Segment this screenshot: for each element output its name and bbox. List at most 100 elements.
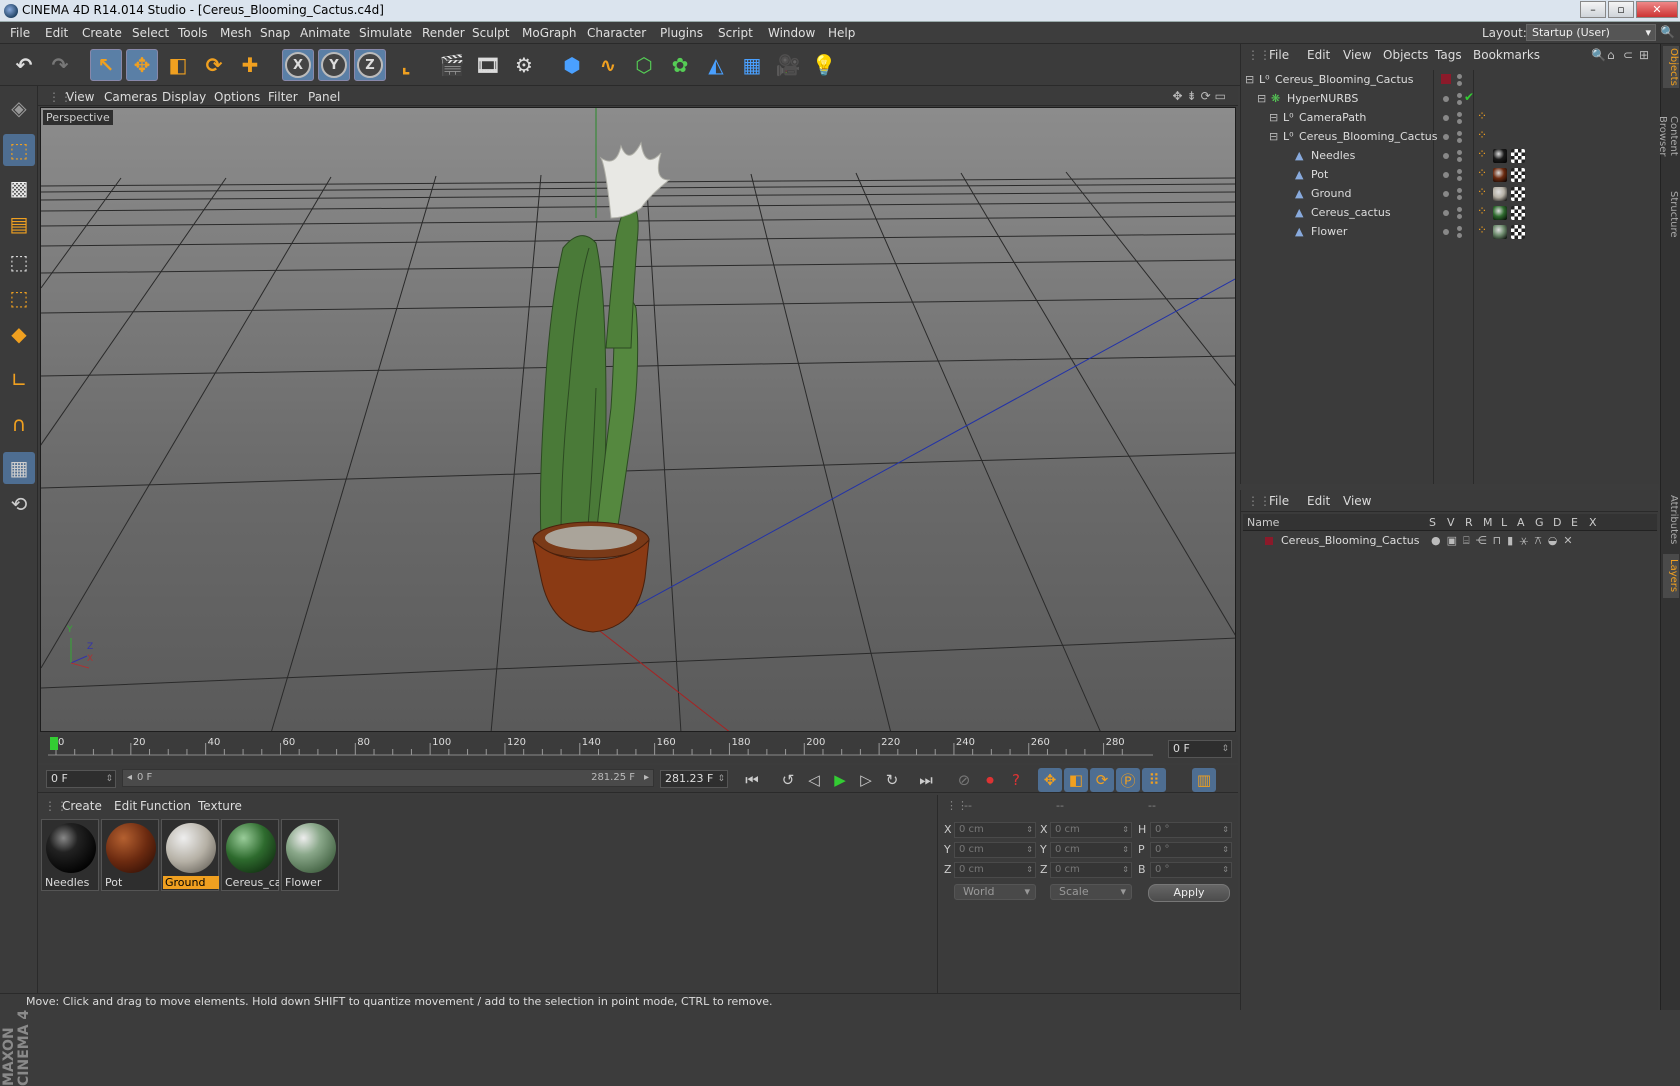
objects-menu-objects[interactable]: Objects bbox=[1383, 48, 1428, 62]
object-row[interactable]: ▲ Flower ⁘ bbox=[1241, 222, 1659, 242]
menu-file[interactable]: File bbox=[10, 26, 30, 40]
menu-select[interactable]: Select bbox=[132, 26, 169, 40]
layer-col-name[interactable]: Name bbox=[1247, 516, 1279, 529]
object-name[interactable]: Cereus_Blooming_Cactus bbox=[1275, 73, 1413, 86]
expand-toggle-icon[interactable]: ⊟ bbox=[1269, 130, 1281, 144]
frame-range-slider[interactable]: ◂ 0 F 281.25 F ▸ bbox=[122, 769, 654, 787]
editor-visibility-dot[interactable] bbox=[1457, 150, 1462, 155]
render-visibility-dot[interactable] bbox=[1457, 119, 1462, 124]
layer-col-generators[interactable]: G bbox=[1535, 516, 1544, 529]
uvw-tag-icon[interactable] bbox=[1511, 149, 1525, 163]
material-tag-icon[interactable] bbox=[1493, 206, 1507, 220]
layer-color-tag[interactable] bbox=[1441, 74, 1451, 84]
redo-icon[interactable]: ↷ bbox=[44, 49, 76, 81]
menu-plugins[interactable]: Plugins bbox=[660, 26, 703, 40]
objects-menu-file[interactable]: File bbox=[1269, 48, 1289, 62]
cactus-model[interactable] bbox=[539, 141, 671, 539]
editor-visibility-dot[interactable] bbox=[1457, 226, 1462, 231]
material-tag-icon[interactable] bbox=[1493, 149, 1507, 163]
key-scale-icon[interactable]: ◧ bbox=[1064, 768, 1088, 792]
render-visibility-dot[interactable] bbox=[1457, 176, 1462, 181]
coordinate-system-icon[interactable]: ⌞ bbox=[390, 49, 422, 81]
object-row[interactable]: ⊟ L⁰ Cereus_Blooming_Cactus bbox=[1241, 70, 1659, 90]
menu-script[interactable]: Script bbox=[718, 26, 753, 40]
layer-dot[interactable] bbox=[1443, 153, 1449, 159]
layer-col-solo[interactable]: S bbox=[1429, 516, 1436, 529]
layer-col-expressions[interactable]: E bbox=[1571, 516, 1578, 529]
material-menu-edit[interactable]: Edit bbox=[114, 799, 137, 813]
object-row[interactable]: ▲ Needles ⁘ bbox=[1241, 146, 1659, 166]
object-row[interactable]: ⊟ L⁰ Cereus_Blooming_Cactus ⁘ bbox=[1241, 127, 1659, 147]
layer-dot[interactable] bbox=[1443, 96, 1449, 102]
render-visibility-dot[interactable] bbox=[1457, 157, 1462, 162]
rotation-h-field[interactable]: 0 ° bbox=[1150, 822, 1232, 838]
viewport-scene[interactable] bbox=[41, 108, 1236, 732]
rotate-tool-icon[interactable]: ⟳ bbox=[198, 49, 230, 81]
y-axis-lock-button[interactable]: Y bbox=[318, 49, 350, 81]
playhead-marker[interactable] bbox=[50, 737, 58, 750]
model-mode-icon[interactable]: ⬚ bbox=[3, 134, 35, 166]
object-name[interactable]: Ground bbox=[1311, 187, 1351, 200]
render-visibility-dot[interactable] bbox=[1457, 81, 1462, 86]
menu-create[interactable]: Create bbox=[82, 26, 122, 40]
floor-icon[interactable]: ▦ bbox=[736, 49, 768, 81]
viewport-menu-filter[interactable]: Filter bbox=[268, 90, 298, 104]
material-slot-needles[interactable]: Needles bbox=[41, 819, 99, 891]
position-y-field[interactable]: 0 cm bbox=[954, 842, 1036, 858]
objects-menu-tags[interactable]: Tags bbox=[1435, 48, 1462, 62]
viewport-menu-options[interactable]: Options bbox=[214, 90, 260, 104]
object-row[interactable]: ⊟ L⁰ CameraPath ⁘ bbox=[1241, 108, 1659, 128]
tab-attributes[interactable]: Attributes bbox=[1663, 490, 1679, 550]
viewport-menu-view[interactable]: View bbox=[66, 90, 94, 104]
position-x-field[interactable]: 0 cm bbox=[954, 822, 1036, 838]
object-row[interactable]: ▲ Pot ⁘ bbox=[1241, 165, 1659, 185]
editor-visibility-dot[interactable] bbox=[1457, 74, 1462, 79]
z-axis-lock-button[interactable]: Z bbox=[354, 49, 386, 81]
objects-menu-bookmarks[interactable]: Bookmarks bbox=[1473, 48, 1540, 62]
editor-visibility-dot[interactable] bbox=[1457, 188, 1462, 193]
coordinate-mode-select[interactable]: World bbox=[954, 884, 1036, 900]
tab-layers[interactable]: Layers bbox=[1663, 554, 1679, 598]
rotation-p-field[interactable]: 0 ° bbox=[1150, 842, 1232, 858]
apply-button[interactable]: Apply bbox=[1148, 884, 1230, 902]
size-y-field[interactable]: 0 cm bbox=[1050, 842, 1132, 858]
menu-edit[interactable]: Edit bbox=[45, 26, 68, 40]
layer-row[interactable]: Cereus_Blooming_Cactus ●▣⌸⋲⊓▮⚹⚻◒✕ bbox=[1243, 532, 1657, 550]
render-visibility-dot[interactable] bbox=[1457, 100, 1462, 105]
go-to-start-icon[interactable]: ⏮ bbox=[740, 768, 764, 792]
edit-render-settings-icon[interactable]: ⚙ bbox=[508, 49, 540, 81]
layer-toggle-icons[interactable]: ●▣⌸⋲⊓▮⚹⚻◒✕ bbox=[1431, 534, 1579, 548]
render-to-picture-viewer-icon[interactable]: 🎞 bbox=[472, 49, 504, 81]
layer-col-deformers[interactable]: D bbox=[1553, 516, 1561, 529]
object-row[interactable]: ⊟ ❋ HyperNURBS ✔ bbox=[1241, 89, 1659, 109]
objects-menu-view[interactable]: View bbox=[1343, 48, 1371, 62]
menu-animate[interactable]: Animate bbox=[300, 26, 350, 40]
object-name[interactable]: Cereus_Blooming_Cactus bbox=[1299, 130, 1437, 143]
light-icon[interactable]: 💡 bbox=[808, 49, 840, 81]
keyframe-selection-icon[interactable]: ? bbox=[1004, 768, 1028, 792]
object-name[interactable]: Cereus_cactus bbox=[1311, 206, 1391, 219]
menu-simulate[interactable]: Simulate bbox=[359, 26, 412, 40]
next-frame-icon[interactable]: ▷ bbox=[854, 768, 878, 792]
viewport-nav-icons[interactable]: ✥⇟⟳▭ bbox=[1172, 89, 1230, 103]
rotation-b-field[interactable]: 0 ° bbox=[1150, 862, 1232, 878]
objects-search-icon[interactable]: 🔍 bbox=[1591, 48, 1606, 62]
key-rotation-icon[interactable]: ⟳ bbox=[1090, 768, 1114, 792]
menu-sculpt[interactable]: Sculpt bbox=[472, 26, 509, 40]
workplane-lock-icon[interactable]: ▦ bbox=[3, 452, 35, 484]
objects-expand-icon[interactable]: ⊞ bbox=[1639, 48, 1649, 62]
next-key-icon[interactable]: ↻ bbox=[880, 768, 904, 792]
phong-tag-icon[interactable]: ⁘ bbox=[1477, 166, 1487, 180]
maximize-button[interactable]: ▫ bbox=[1608, 1, 1634, 18]
key-pla-icon[interactable]: ⠿ bbox=[1142, 768, 1166, 792]
layers-menu-file[interactable]: File bbox=[1269, 494, 1289, 508]
record-keys-icon[interactable]: ⊘ bbox=[952, 768, 976, 792]
deformer-icon[interactable]: ◭ bbox=[700, 49, 732, 81]
x-axis-lock-button[interactable]: X bbox=[282, 49, 314, 81]
phong-tag-icon[interactable]: ⁘ bbox=[1477, 147, 1487, 161]
layer-color-swatch[interactable] bbox=[1265, 537, 1273, 545]
polygons-mode-icon[interactable]: ◆ bbox=[3, 318, 35, 350]
expand-toggle-icon[interactable]: ⊟ bbox=[1245, 73, 1257, 87]
render-visibility-dot[interactable] bbox=[1457, 214, 1462, 219]
render-visibility-dot[interactable] bbox=[1457, 195, 1462, 200]
